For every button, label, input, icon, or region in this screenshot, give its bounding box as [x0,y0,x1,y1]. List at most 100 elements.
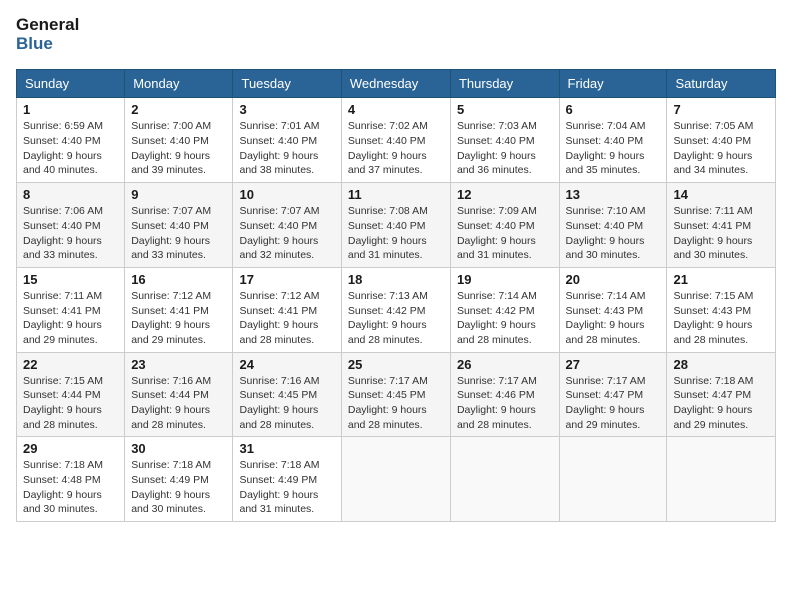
calendar-cell: 29 Sunrise: 7:18 AMSunset: 4:48 PMDaylig… [17,437,125,522]
weekday-header-saturday: Saturday [667,70,776,98]
day-info: Sunrise: 7:11 AMSunset: 4:41 PMDaylight:… [673,204,769,263]
calendar-cell: 15 Sunrise: 7:11 AMSunset: 4:41 PMDaylig… [17,267,125,352]
day-info: Sunrise: 7:18 AMSunset: 4:47 PMDaylight:… [673,374,769,433]
day-info: Sunrise: 7:09 AMSunset: 4:40 PMDaylight:… [457,204,553,263]
day-number: 7 [673,102,769,117]
day-number: 3 [239,102,334,117]
calendar-cell: 28 Sunrise: 7:18 AMSunset: 4:47 PMDaylig… [667,352,776,437]
day-number: 18 [348,272,444,287]
calendar-week-1: 1 Sunrise: 6:59 AMSunset: 4:40 PMDayligh… [17,98,776,183]
day-number: 5 [457,102,553,117]
day-number: 4 [348,102,444,117]
calendar-cell: 24 Sunrise: 7:16 AMSunset: 4:45 PMDaylig… [233,352,341,437]
day-number: 21 [673,272,769,287]
weekday-header-sunday: Sunday [17,70,125,98]
day-number: 30 [131,441,226,456]
day-number: 14 [673,187,769,202]
calendar-cell [667,437,776,522]
calendar-cell: 4 Sunrise: 7:02 AMSunset: 4:40 PMDayligh… [341,98,450,183]
day-number: 1 [23,102,118,117]
calendar-cell: 25 Sunrise: 7:17 AMSunset: 4:45 PMDaylig… [341,352,450,437]
day-info: Sunrise: 7:00 AMSunset: 4:40 PMDaylight:… [131,119,226,178]
day-number: 13 [566,187,661,202]
day-number: 19 [457,272,553,287]
calendar-cell [341,437,450,522]
calendar-cell: 7 Sunrise: 7:05 AMSunset: 4:40 PMDayligh… [667,98,776,183]
day-number: 17 [239,272,334,287]
day-info: Sunrise: 7:18 AMSunset: 4:49 PMDaylight:… [131,458,226,517]
calendar-table: SundayMondayTuesdayWednesdayThursdayFrid… [16,69,776,522]
calendar-cell: 31 Sunrise: 7:18 AMSunset: 4:49 PMDaylig… [233,437,341,522]
day-info: Sunrise: 7:02 AMSunset: 4:40 PMDaylight:… [348,119,444,178]
day-number: 8 [23,187,118,202]
weekday-header-monday: Monday [125,70,233,98]
weekday-header-thursday: Thursday [450,70,559,98]
day-number: 28 [673,357,769,372]
calendar-week-5: 29 Sunrise: 7:18 AMSunset: 4:48 PMDaylig… [17,437,776,522]
calendar-cell: 16 Sunrise: 7:12 AMSunset: 4:41 PMDaylig… [125,267,233,352]
day-info: Sunrise: 7:07 AMSunset: 4:40 PMDaylight:… [239,204,334,263]
calendar-week-4: 22 Sunrise: 7:15 AMSunset: 4:44 PMDaylig… [17,352,776,437]
logo-text: General Blue [16,16,79,53]
day-info: Sunrise: 7:16 AMSunset: 4:44 PMDaylight:… [131,374,226,433]
calendar-cell: 9 Sunrise: 7:07 AMSunset: 4:40 PMDayligh… [125,183,233,268]
day-number: 15 [23,272,118,287]
weekday-header-tuesday: Tuesday [233,70,341,98]
weekday-header-friday: Friday [559,70,667,98]
day-number: 16 [131,272,226,287]
day-info: Sunrise: 7:12 AMSunset: 4:41 PMDaylight:… [131,289,226,348]
day-info: Sunrise: 7:11 AMSunset: 4:41 PMDaylight:… [23,289,118,348]
logo-wordmark: General Blue [16,16,79,53]
day-info: Sunrise: 7:06 AMSunset: 4:40 PMDaylight:… [23,204,118,263]
day-info: Sunrise: 7:14 AMSunset: 4:43 PMDaylight:… [566,289,661,348]
calendar-cell: 20 Sunrise: 7:14 AMSunset: 4:43 PMDaylig… [559,267,667,352]
day-number: 24 [239,357,334,372]
calendar-cell: 21 Sunrise: 7:15 AMSunset: 4:43 PMDaylig… [667,267,776,352]
day-info: Sunrise: 7:08 AMSunset: 4:40 PMDaylight:… [348,204,444,263]
day-number: 29 [23,441,118,456]
day-info: Sunrise: 7:13 AMSunset: 4:42 PMDaylight:… [348,289,444,348]
day-info: Sunrise: 7:18 AMSunset: 4:48 PMDaylight:… [23,458,118,517]
page-header: General Blue [16,16,776,57]
calendar-cell: 23 Sunrise: 7:16 AMSunset: 4:44 PMDaylig… [125,352,233,437]
day-info: Sunrise: 7:18 AMSunset: 4:49 PMDaylight:… [239,458,334,517]
day-info: Sunrise: 7:17 AMSunset: 4:45 PMDaylight:… [348,374,444,433]
day-info: Sunrise: 6:59 AMSunset: 4:40 PMDaylight:… [23,119,118,178]
day-info: Sunrise: 7:03 AMSunset: 4:40 PMDaylight:… [457,119,553,178]
calendar-cell: 11 Sunrise: 7:08 AMSunset: 4:40 PMDaylig… [341,183,450,268]
calendar-cell [450,437,559,522]
calendar-cell: 30 Sunrise: 7:18 AMSunset: 4:49 PMDaylig… [125,437,233,522]
day-info: Sunrise: 7:05 AMSunset: 4:40 PMDaylight:… [673,119,769,178]
day-info: Sunrise: 7:14 AMSunset: 4:42 PMDaylight:… [457,289,553,348]
day-number: 2 [131,102,226,117]
day-number: 9 [131,187,226,202]
day-info: Sunrise: 7:15 AMSunset: 4:43 PMDaylight:… [673,289,769,348]
day-number: 26 [457,357,553,372]
calendar-cell: 13 Sunrise: 7:10 AMSunset: 4:40 PMDaylig… [559,183,667,268]
day-number: 12 [457,187,553,202]
logo: General Blue [16,16,79,53]
calendar-cell: 12 Sunrise: 7:09 AMSunset: 4:40 PMDaylig… [450,183,559,268]
day-info: Sunrise: 7:17 AMSunset: 4:47 PMDaylight:… [566,374,661,433]
calendar-body: 1 Sunrise: 6:59 AMSunset: 4:40 PMDayligh… [17,98,776,522]
day-info: Sunrise: 7:07 AMSunset: 4:40 PMDaylight:… [131,204,226,263]
calendar-cell: 1 Sunrise: 6:59 AMSunset: 4:40 PMDayligh… [17,98,125,183]
day-info: Sunrise: 7:04 AMSunset: 4:40 PMDaylight:… [566,119,661,178]
calendar-cell: 27 Sunrise: 7:17 AMSunset: 4:47 PMDaylig… [559,352,667,437]
calendar-header-row: SundayMondayTuesdayWednesdayThursdayFrid… [17,70,776,98]
day-number: 22 [23,357,118,372]
calendar-cell: 14 Sunrise: 7:11 AMSunset: 4:41 PMDaylig… [667,183,776,268]
day-number: 6 [566,102,661,117]
day-number: 20 [566,272,661,287]
calendar-cell: 18 Sunrise: 7:13 AMSunset: 4:42 PMDaylig… [341,267,450,352]
day-info: Sunrise: 7:16 AMSunset: 4:45 PMDaylight:… [239,374,334,433]
calendar-cell: 6 Sunrise: 7:04 AMSunset: 4:40 PMDayligh… [559,98,667,183]
day-info: Sunrise: 7:01 AMSunset: 4:40 PMDaylight:… [239,119,334,178]
calendar-cell: 26 Sunrise: 7:17 AMSunset: 4:46 PMDaylig… [450,352,559,437]
day-info: Sunrise: 7:10 AMSunset: 4:40 PMDaylight:… [566,204,661,263]
calendar-cell [559,437,667,522]
day-number: 25 [348,357,444,372]
calendar-cell: 8 Sunrise: 7:06 AMSunset: 4:40 PMDayligh… [17,183,125,268]
calendar-week-2: 8 Sunrise: 7:06 AMSunset: 4:40 PMDayligh… [17,183,776,268]
calendar-cell: 19 Sunrise: 7:14 AMSunset: 4:42 PMDaylig… [450,267,559,352]
